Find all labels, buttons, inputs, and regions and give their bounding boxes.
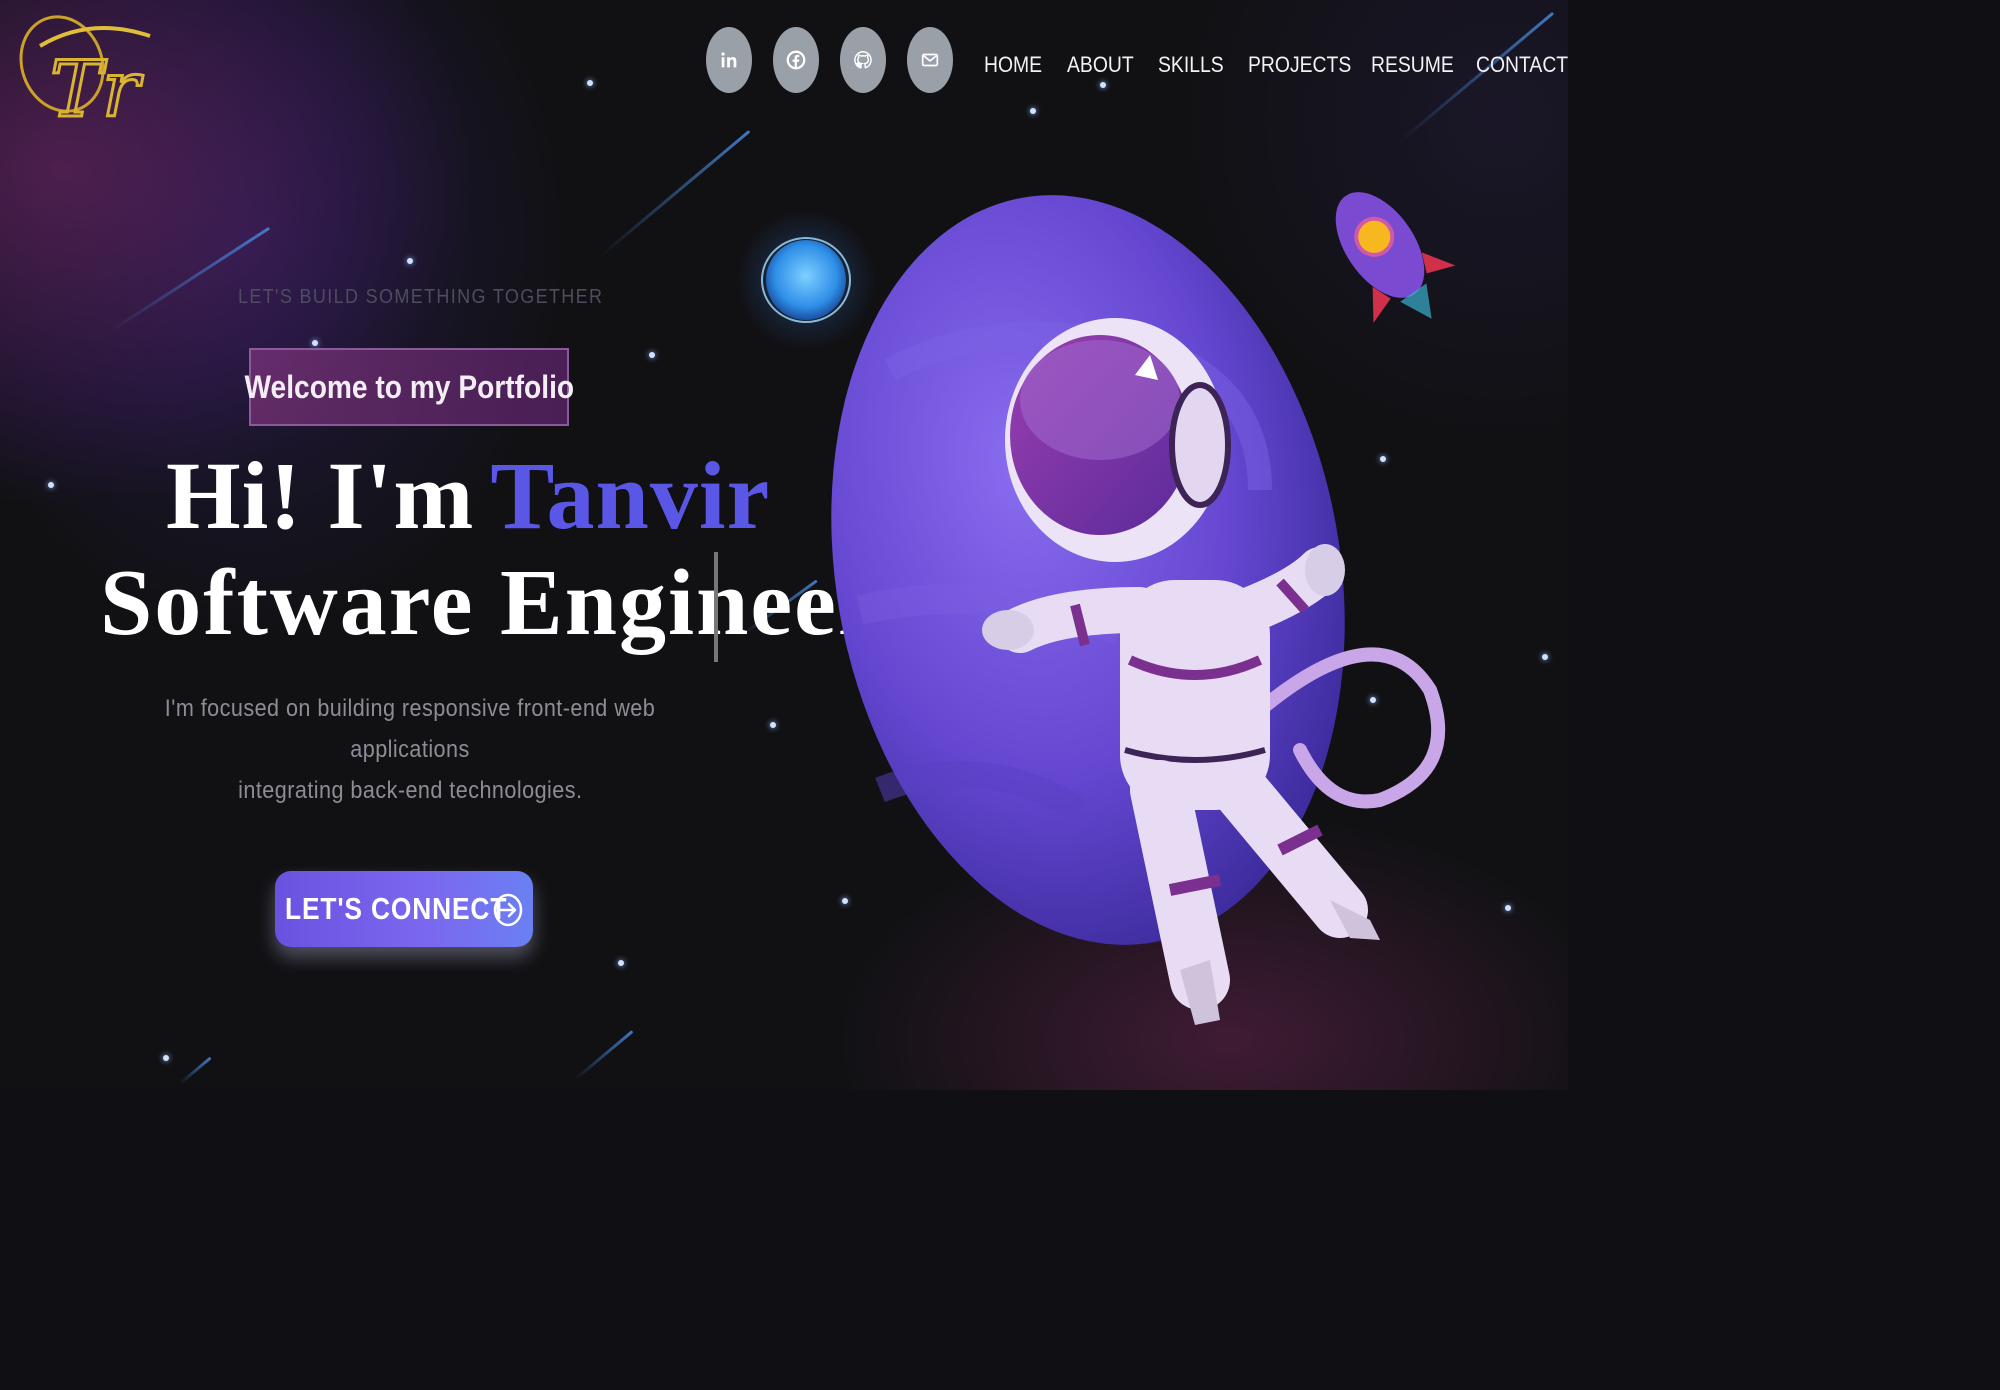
facebook-button[interactable] [773,27,819,93]
typing-cursor [714,552,718,662]
hero-heading: Hi! I'm Tanvir [166,448,770,544]
hero-name: Tanvir [490,442,771,549]
facebook-icon [786,50,806,70]
shooting-star [179,1056,212,1085]
rocket [1335,192,1456,323]
shooting-star [574,1030,634,1081]
github-button[interactable] [840,27,886,93]
star [618,960,624,966]
welcome-badge: Welcome to my Portfolio [244,348,574,426]
hero-tagline: LET'S BUILD SOMETHING TOGETHER [238,286,604,308]
lets-connect-label: LET'S CONNECT [285,891,508,926]
star [48,482,54,488]
brand-logo[interactable]: Tr [10,6,160,136]
star [1100,82,1106,88]
star [649,352,655,358]
welcome-text: Welcome to my Portfolio [244,368,574,405]
nav-about[interactable]: ABOUT [1067,52,1134,78]
shooting-star [599,130,751,258]
nav-contact[interactable]: CONTACT [1476,52,1568,78]
nav-skills[interactable]: SKILLS [1158,52,1224,78]
nav-resume[interactable]: RESUME [1371,52,1454,78]
hero-description: I'm focused on building responsive front… [90,688,730,811]
star [163,1055,169,1061]
hero-greeting: Hi! I'm [166,442,475,549]
star [587,80,593,86]
mail-icon [921,53,939,67]
nav-home[interactable]: HOME [984,52,1042,78]
star [312,340,318,346]
logo-text: Tr [50,45,144,135]
lets-connect-button[interactable]: LET'S CONNECT [275,871,533,947]
shooting-star [109,226,271,333]
star [1030,108,1036,114]
github-icon [854,51,872,69]
arrow-right-circle-icon [493,893,523,927]
star [407,258,413,264]
astronaut-illustration [740,192,1456,1025]
hero-description-line-2: integrating back-end technologies. [237,777,583,804]
hero-description-line-1: I'm focused on building responsive front… [164,695,656,763]
linkedin-icon [721,52,737,68]
nav-projects[interactable]: PROJECTS [1248,52,1351,78]
linkedin-button[interactable] [706,27,752,93]
email-button[interactable] [907,27,953,93]
